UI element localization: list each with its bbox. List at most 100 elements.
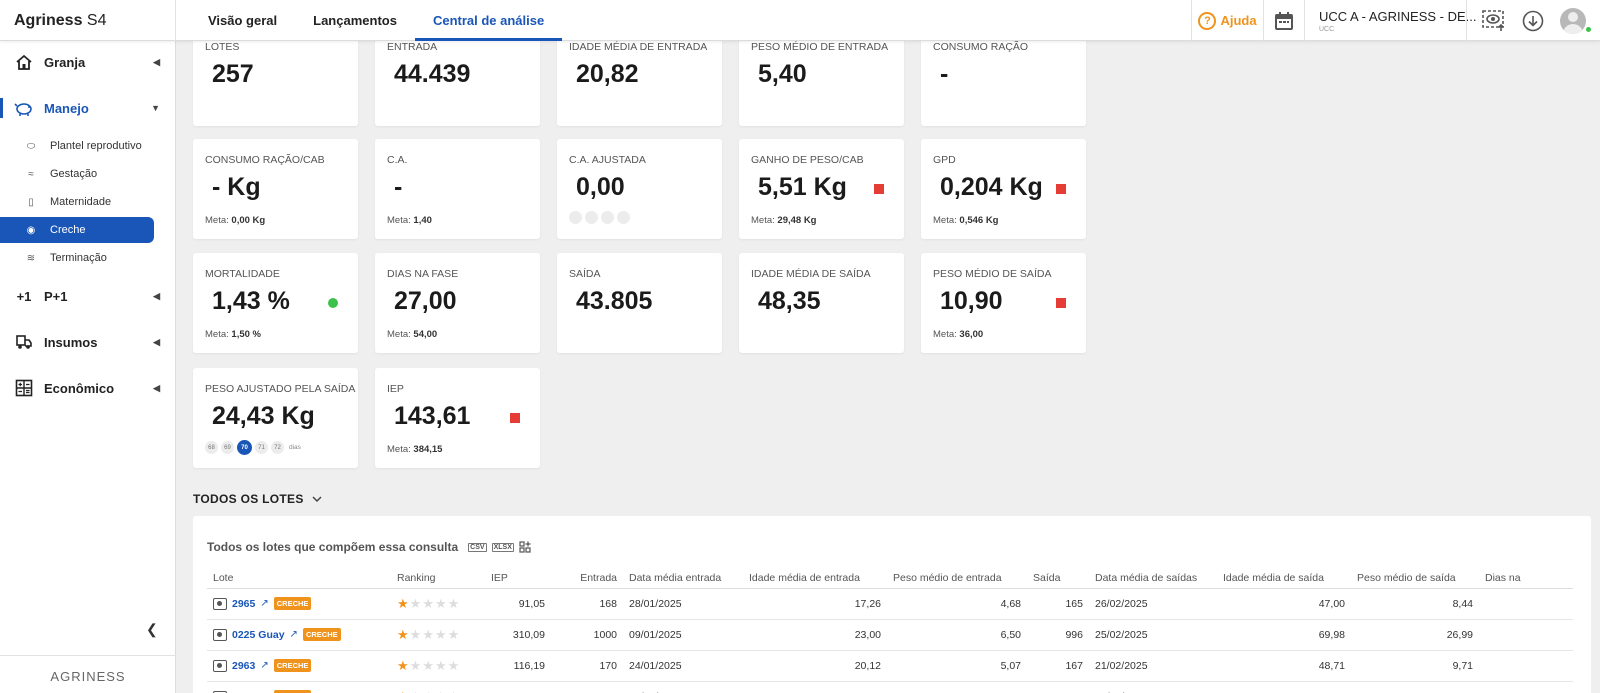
table-row[interactable]: 2963 ↗ CRECHE ★★★★★ 116,19 170 24/01/2025 20,12… (207, 650, 1573, 682)
card-label: IDADE MÉDIA DE ENTRADA (569, 41, 708, 53)
card-label: CONSUMO RAÇÃO/CAB (205, 154, 325, 166)
card-label: PESO AJUSTADO PELA SAÍDA (205, 383, 356, 395)
sidebar-subitem-terminacao[interactable]: ≋ Terminação (0, 245, 154, 271)
table-row[interactable]: 2964↗CRECHE★★★★★126,5916827/01/202520,53… (207, 681, 1573, 693)
eye-icon[interactable] (213, 597, 227, 610)
col-lote[interactable]: Lote (207, 568, 391, 589)
card-value: 0,00 (576, 173, 625, 201)
lot-link[interactable]: 2965 (232, 598, 255, 610)
house-icon (14, 53, 34, 71)
table-row[interactable]: 0225 Guay ↗ CRECHE ★★★★★ 310,09 1000 09/01/202… (207, 619, 1573, 651)
csv-export-icon[interactable]: CSV (468, 542, 487, 552)
col-iep[interactable]: IEP (485, 568, 551, 589)
cell-entrada: 168 (551, 681, 623, 693)
col-idade-media-entrada[interactable]: Idade média de entrada (743, 568, 887, 589)
external-link-icon[interactable]: ↗ (260, 598, 268, 609)
sidebar-item-granja[interactable]: Granja ◀ (0, 47, 176, 77)
col-ranking[interactable]: Ranking (391, 568, 485, 589)
tab-visao-geral[interactable]: Visão geral (190, 0, 295, 41)
card-ganho-peso: GANHO DE PESO/CAB 5,51 Kg Meta: 29,48 Kg (739, 139, 904, 239)
table-row[interactable]: 2965 ↗ CRECHE ★★★★★ 91,05 168 28/01/2025 17,26 4… (207, 588, 1573, 620)
day-pill[interactable] (569, 211, 582, 224)
day-pill-71[interactable]: 71 (255, 441, 268, 454)
app-name: Agriness (14, 12, 83, 29)
tab-lancamentos[interactable]: Lançamentos (295, 0, 415, 41)
cell-peso-entrada: 4,68 (887, 588, 1027, 620)
sidebar-subitem-maternidade[interactable]: ▯ Maternidade (0, 189, 154, 215)
sidebar-item-p1[interactable]: +1 P+1 ◀ (0, 281, 176, 311)
card-saida: SAÍDA 43.805 (557, 253, 722, 353)
col-entrada[interactable]: Entrada (551, 568, 623, 589)
col-data-media-entrada[interactable]: Data média entrada (623, 568, 743, 589)
cell-dias (1479, 619, 1573, 651)
card-value: 20,82 (576, 60, 639, 88)
col-peso-medio-saida[interactable]: Peso médio de saída (1351, 568, 1479, 589)
star-icon: ★ (409, 595, 423, 611)
caret-left-icon: ◀ (153, 336, 160, 347)
col-data-media-saidas[interactable]: Data média de saídas (1089, 568, 1217, 589)
user-avatar[interactable] (1559, 7, 1586, 34)
external-link-icon[interactable]: ↗ (290, 629, 298, 640)
sidebar-subitem-creche[interactable]: ◉ Creche (0, 217, 154, 243)
card-consumo-cab: CONSUMO RAÇÃO/CAB - Kg Meta: 0,00 Kg (193, 139, 358, 239)
gestation-icon: ≈ (28, 168, 34, 180)
sidebar-subitem-label: Creche (50, 224, 86, 236)
star-icon: ★ (409, 657, 423, 673)
cell-peso-entrada: 4,77 (887, 681, 1027, 693)
day-pill[interactable] (585, 211, 598, 224)
col-idade-media-saida[interactable]: Idade média de saída (1217, 568, 1351, 589)
lot-link[interactable]: 2963 (232, 660, 255, 672)
star-icon: ★ (397, 626, 410, 642)
sidebar-subitem-plantel[interactable]: ⬭ Plantel reprodutivo (0, 133, 154, 159)
help-button[interactable]: ? Ajuda (1191, 0, 1263, 41)
sidebar-item-manejo[interactable]: Manejo ▼ (0, 93, 176, 123)
caret-left-icon: ◀ (153, 290, 160, 301)
sidebar-item-economico[interactable]: Econômico ◀ (0, 373, 176, 403)
cell-peso-saida: 8,44 (1351, 588, 1479, 620)
external-link-icon[interactable]: ↗ (260, 660, 268, 671)
card-peso-entrada: PESO MÉDIO DE ENTRADA 5,40 (739, 26, 904, 126)
day-pill-68[interactable]: 68 (205, 441, 218, 454)
lots-section-toggle[interactable]: TODOS OS LOTES (193, 492, 322, 506)
sidebar-item-label: Insumos (44, 334, 98, 350)
star-icon: ★ (447, 657, 461, 673)
card-iep: IEP 143,61 Meta: 384,15 (375, 368, 540, 468)
day-pill-69[interactable]: 69 (221, 441, 234, 454)
footer-logo: AGRINESS (0, 655, 176, 693)
col-saida[interactable]: Saída (1027, 568, 1089, 589)
star-icon: ★ (422, 595, 435, 611)
status-indicator-red (874, 184, 884, 194)
col-dias-na[interactable]: Dias na (1479, 568, 1573, 589)
sidebar-item-insumos[interactable]: Insumos ◀ (0, 327, 176, 357)
unit-selector[interactable]: UCC A - AGRINESS - DE... UCC (1304, 0, 1476, 41)
card-value: 44.439 (394, 60, 471, 88)
col-peso-medio-entrada[interactable]: Peso médio de entrada (887, 568, 1027, 589)
plus-one-icon: +1 (16, 288, 32, 304)
eye-icon[interactable] (213, 628, 227, 641)
cell-peso-entrada: 5,07 (887, 650, 1027, 682)
app-logo[interactable]: Agriness S4 (0, 0, 176, 41)
card-label: ENTRADA (387, 41, 438, 53)
view-upload-icon[interactable] (1481, 9, 1506, 32)
star-icon: ★ (397, 595, 410, 611)
day-pill-70-selected[interactable]: 70 (237, 440, 252, 455)
day-pill[interactable] (601, 211, 614, 224)
cell-idade-entrada: 20,53 (743, 681, 887, 693)
card-value: 27,00 (394, 287, 457, 315)
cell-entrada: 1000 (551, 619, 623, 651)
lot-link[interactable]: 0225 Guay (232, 629, 285, 641)
day-pill[interactable] (617, 211, 630, 224)
lots-table: Lote Ranking IEP Entrada Data média entr… (207, 568, 1573, 693)
download-icon[interactable] (1522, 10, 1544, 32)
card-peso-saida: PESO MÉDIO DE SAÍDA 10,90 Meta: 36,00 (921, 253, 1086, 353)
star-icon: ★ (434, 657, 448, 673)
collapse-sidebar-button[interactable]: ❮ (146, 621, 158, 638)
xlsx-export-icon[interactable]: XLSX (491, 542, 514, 552)
card-ca-ajustada: C.A. AJUSTADA 0,00 (557, 139, 722, 239)
calendar-button[interactable] (1263, 0, 1304, 41)
eye-icon[interactable] (213, 659, 227, 672)
sidebar-subitem-gestacao[interactable]: ≈ Gestação (0, 161, 154, 187)
tab-central-analise[interactable]: Central de análise (414, 0, 563, 41)
day-pill-72[interactable]: 72 (271, 441, 284, 454)
columns-config-icon[interactable] (519, 540, 532, 554)
